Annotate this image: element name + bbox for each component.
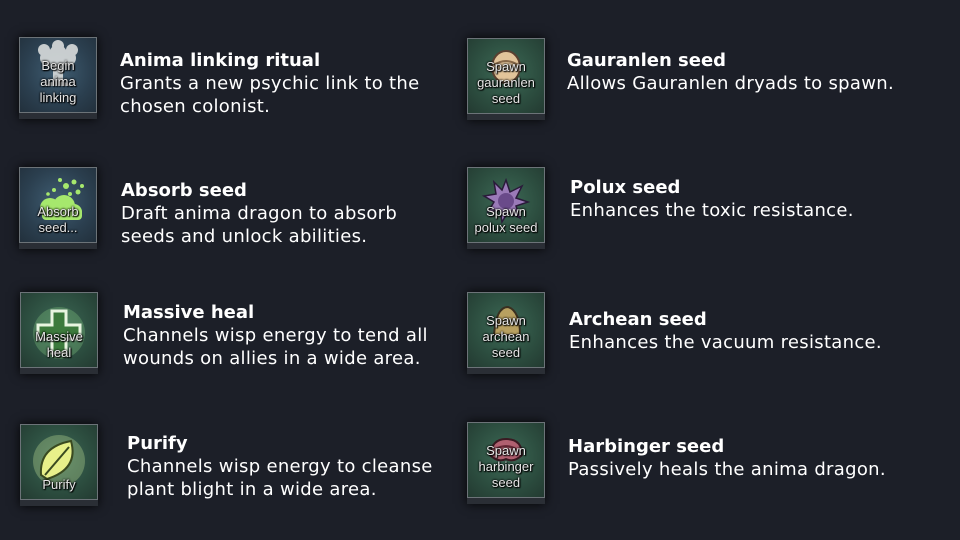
anima-linking-button[interactable]: Begin anima linking xyxy=(19,37,97,119)
massive-heal-button[interactable]: Massive heal xyxy=(20,292,98,374)
anima-linking-caption: Begin anima linking xyxy=(39,58,77,105)
polux-seed-caption: Spawn polux seed xyxy=(474,204,538,235)
massive-heal-title: Massive heal xyxy=(123,302,255,323)
gauranlen-seed-description: Allows Gauranlen dryads to spawn. xyxy=(567,73,894,94)
polux-seed-description: Enhances the toxic resistance. xyxy=(570,200,854,221)
absorb-seed-description: Draft anima dragon to absorb seeds and u… xyxy=(121,203,398,247)
archean-seed-button[interactable]: Spawn archean seed xyxy=(467,292,545,374)
gauranlen-seed-button[interactable]: Spawn gauranlen seed xyxy=(467,38,545,120)
archean-seed-caption: Spawn archean seed xyxy=(482,313,530,360)
anima-linking-description: Grants a new psychic link to the chosen … xyxy=(120,73,420,117)
harbinger-seed-button[interactable]: Spawn harbinger seed xyxy=(467,422,545,504)
polux-seed-title: Polux seed xyxy=(570,177,681,198)
purify-description: Channels wisp energy to cleanse plant bl… xyxy=(127,456,433,500)
polux-seed-button[interactable]: Spawn polux seed xyxy=(467,167,545,249)
gauranlen-seed-caption: Spawn gauranlen seed xyxy=(477,59,535,106)
purify-button[interactable]: Purify xyxy=(20,424,98,506)
archean-seed-description: Enhances the vacuum resistance. xyxy=(569,332,882,353)
purify-title: Purify xyxy=(127,433,188,454)
archean-seed-title: Archean seed xyxy=(569,309,707,330)
harbinger-seed-description: Passively heals the anima dragon. xyxy=(568,459,886,480)
massive-heal-description: Channels wisp energy to tend all wounds … xyxy=(123,325,428,369)
harbinger-seed-title: Harbinger seed xyxy=(568,436,725,457)
absorb-seed-caption: Absorb seed... xyxy=(37,204,79,235)
absorb-seed-title: Absorb seed xyxy=(121,180,247,201)
gauranlen-seed-title: Gauranlen seed xyxy=(567,50,727,71)
harbinger-seed-caption: Spawn harbinger seed xyxy=(478,443,534,490)
anima-linking-title: Anima linking ritual xyxy=(120,50,321,71)
purify-caption: Purify xyxy=(42,477,76,492)
absorb-seed-button[interactable]: Absorb seed... xyxy=(19,167,97,249)
massive-heal-caption: Massive heal xyxy=(35,329,83,360)
